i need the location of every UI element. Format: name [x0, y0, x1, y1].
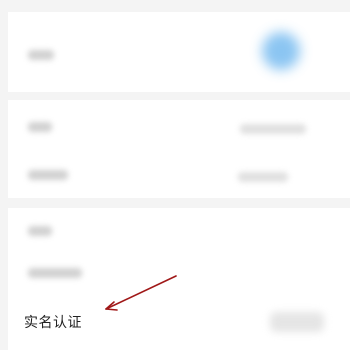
section-label: [28, 226, 52, 236]
profile-settings-screen: 实名认证: [0, 0, 350, 350]
real-name-verification-item[interactable]: 实名认证: [24, 312, 82, 332]
info-row-2-label[interactable]: [28, 170, 68, 180]
info-row-1-label[interactable]: [28, 122, 52, 132]
real-name-status-value: [270, 312, 324, 332]
info-card: [8, 100, 350, 198]
avatar-row-label: [28, 50, 54, 60]
account-row-label[interactable]: [28, 268, 82, 278]
info-row-2-value: [238, 172, 288, 182]
avatar[interactable]: [262, 32, 300, 70]
info-row-1-value: [240, 124, 306, 134]
